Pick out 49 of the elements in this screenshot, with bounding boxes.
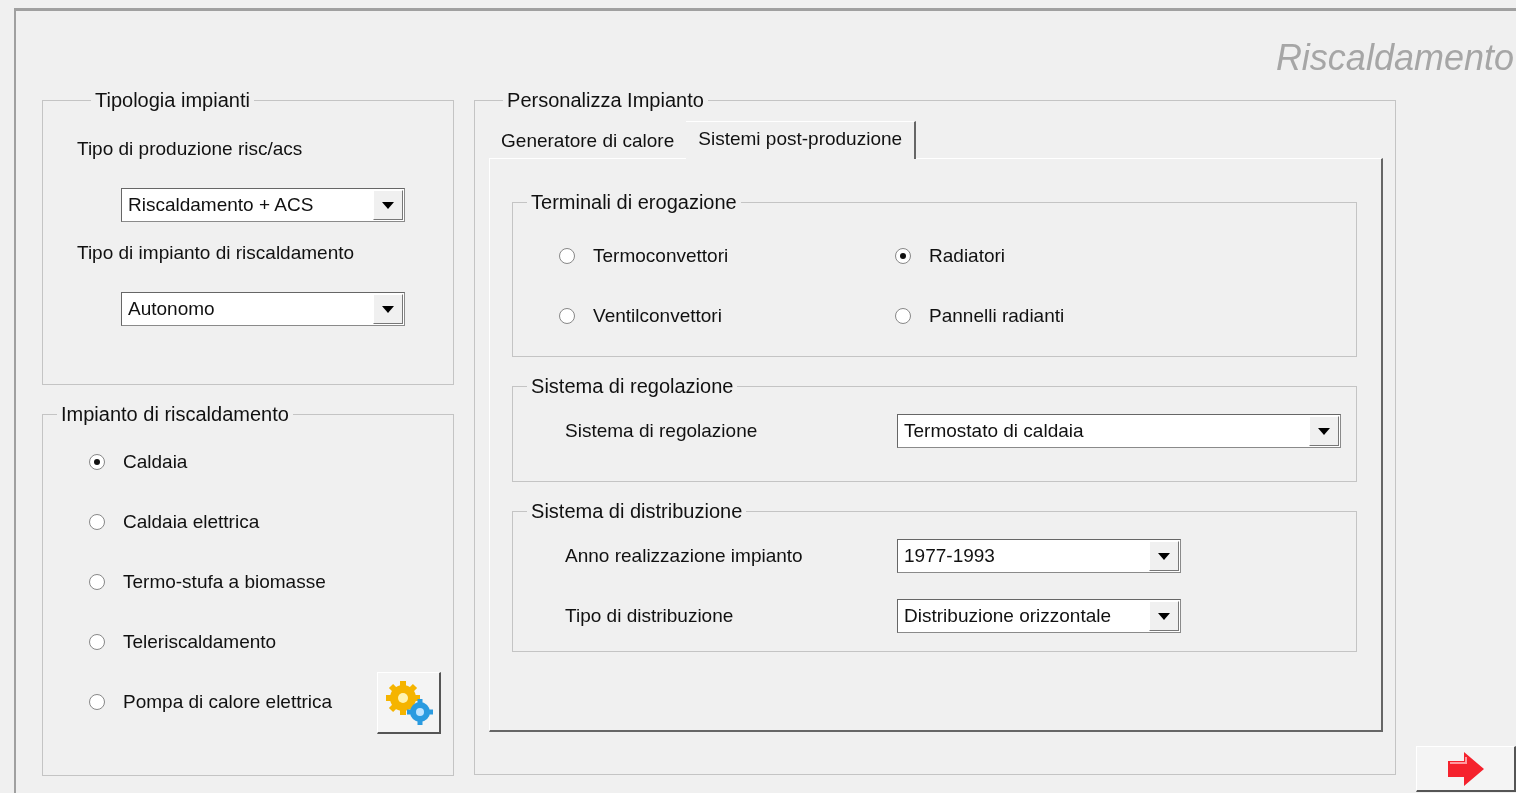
radio-label[interactable]: Ventilconvettori	[593, 305, 722, 327]
field-label: Sistema di regolazione	[565, 420, 759, 442]
radio-button[interactable]	[559, 248, 576, 264]
dropdown-field[interactable]: Termostato di caldaia	[897, 414, 1342, 448]
dropdown-field[interactable]: 1977-1993	[897, 539, 1182, 573]
radio-button[interactable]	[89, 694, 105, 710]
group-title: Terminali di erogazione	[530, 191, 738, 214]
dropdown-button[interactable]	[1309, 416, 1340, 446]
settings-button[interactable]	[377, 672, 442, 734]
group-title: Sistema di regolazione	[530, 375, 735, 398]
radio-label[interactable]: Caldaia	[123, 451, 188, 473]
radio-button[interactable]	[895, 248, 912, 264]
next-button[interactable]	[1416, 746, 1516, 792]
dropdown-button[interactable]	[373, 190, 403, 220]
field-label: Tipo di produzione risc/acs	[77, 138, 304, 160]
caret-down-icon	[1158, 552, 1171, 560]
radio-label[interactable]: Teleriscaldamento	[123, 631, 277, 653]
caret-down-icon	[1158, 612, 1171, 620]
caret-down-icon	[1318, 427, 1331, 435]
dropdown-field[interactable]: Distribuzione orizzontale	[897, 599, 1182, 633]
radio-button[interactable]	[89, 454, 105, 470]
caret-down-icon	[382, 305, 394, 313]
dropdown-field[interactable]: Autonomo	[121, 292, 405, 326]
radio-label[interactable]: Pompa di calore elettrica	[123, 691, 333, 713]
field-label: Tipo di impianto di riscaldamento	[77, 242, 356, 264]
dropdown-button[interactable]	[1149, 541, 1180, 571]
radio-label[interactable]: Termo-stufa a biomasse	[123, 571, 326, 593]
radio-label[interactable]: Termoconvettori	[593, 245, 729, 267]
radio-button[interactable]	[89, 574, 105, 590]
arrow-right-icon	[1445, 750, 1486, 787]
group-title: Tipologia impianti	[94, 89, 251, 112]
window-title: Riscaldamento	[1275, 36, 1514, 80]
caret-down-icon	[382, 201, 394, 209]
field-label: Anno realizzazione impianto	[565, 545, 804, 567]
field-label: Tipo di distribuzione	[565, 605, 735, 627]
radio-button[interactable]	[559, 308, 576, 324]
radio-button[interactable]	[895, 308, 912, 324]
group-title: Sistema di distribuzione	[530, 500, 744, 523]
group-title: Personalizza Impianto	[506, 89, 705, 112]
radio-label[interactable]: Caldaia elettrica	[123, 511, 260, 533]
dropdown-field[interactable]: Riscaldamento + ACS	[121, 188, 405, 222]
group-title: Impianto di riscaldamento	[60, 403, 290, 426]
dropdown-button[interactable]	[1149, 601, 1180, 631]
radio-label[interactable]: Pannelli radianti	[929, 305, 1065, 327]
radio-button[interactable]	[89, 634, 105, 650]
tab[interactable]: Sistemi post-produzione	[686, 121, 917, 159]
radio-button[interactable]	[89, 514, 105, 530]
radio-label[interactable]: Radiatori	[929, 245, 1006, 267]
dropdown-button[interactable]	[373, 294, 403, 324]
